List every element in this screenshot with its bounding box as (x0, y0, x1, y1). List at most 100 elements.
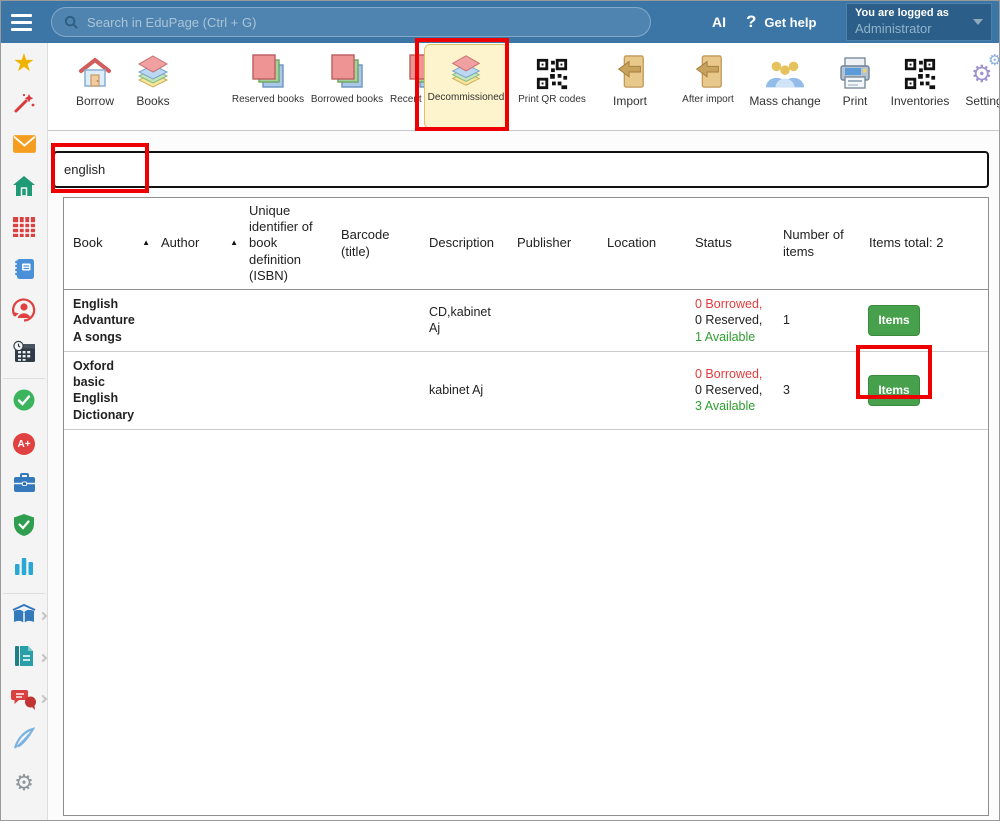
sidebar-item-creative[interactable] (1, 721, 47, 763)
question-mark-icon: ? (746, 12, 756, 32)
book-filter-input[interactable] (55, 153, 987, 186)
sidebar-item-timetable[interactable] (1, 209, 47, 251)
people-group-icon (764, 47, 806, 91)
toolbar-print[interactable]: Print (832, 47, 878, 127)
attendance-check-icon (12, 388, 36, 417)
books-table: Book▲ Author▲ Unique identifier of book … (63, 197, 989, 816)
ai-button[interactable]: AI (706, 1, 732, 43)
mail-icon (12, 134, 37, 159)
qr-code-icon (903, 47, 937, 91)
number-of-items-cell: 3 (774, 376, 860, 404)
sidebar-item-results[interactable] (1, 548, 47, 590)
isbn-cell (240, 314, 332, 326)
location-cell (598, 384, 686, 396)
grades-glyph: A+ (17, 439, 30, 450)
get-help-button[interactable]: ? Get help (746, 1, 816, 43)
logged-in-user-dropdown[interactable]: You are logged as Administrator (846, 3, 992, 41)
top-bar: AI ? Get help You are logged as Administ… (1, 1, 999, 43)
global-search-input[interactable] (87, 15, 638, 30)
sidebar-item-grades[interactable]: A+ (1, 424, 47, 466)
toolbar-label: Decommissioned (428, 92, 505, 103)
sort-asc-icon[interactable]: ▲ (230, 238, 238, 248)
status-cell: 0 Borrowed, 0 Reserved, 3 Available (686, 360, 774, 421)
timetable-icon (12, 216, 36, 243)
column-header-publisher[interactable]: Publisher (508, 235, 598, 251)
chevron-down-icon (973, 19, 983, 25)
toolbar-mass-change[interactable]: Mass change (746, 47, 824, 127)
sidebar-item-substitution[interactable] (1, 292, 47, 334)
column-header-description[interactable]: Description (420, 235, 508, 251)
sidebar-divider (3, 593, 45, 594)
documents-icon (13, 644, 35, 673)
isbn-cell (240, 384, 332, 396)
qr-code-icon (535, 47, 569, 91)
toolbar-borrow[interactable]: Borrow (67, 47, 123, 127)
toolbar-print-qr-codes[interactable]: Print QR codes (512, 47, 592, 127)
library-toolbar: Borrow Books Reserved books Borrowed boo… (48, 43, 1000, 131)
sidebar-item-communication[interactable] (1, 680, 47, 722)
home-icon (12, 174, 36, 203)
toolbar-books[interactable]: Books (125, 47, 181, 127)
sort-asc-icon[interactable]: ▲ (142, 238, 150, 248)
toolbar-reserved-books[interactable]: Reserved books (228, 47, 308, 127)
sidebar-item-calendar[interactable] (1, 334, 47, 376)
column-header-location[interactable]: Location (598, 235, 686, 251)
description-cell: kabinet Aj (420, 376, 508, 404)
toolbar-borrowed-books[interactable]: Borrowed books (306, 47, 388, 127)
toolbar-label: After import (682, 94, 734, 105)
publisher-cell (508, 384, 598, 396)
global-search[interactable] (51, 7, 651, 37)
items-button[interactable]: Items (868, 305, 920, 336)
toolbar-after-import[interactable]: After import (674, 47, 742, 127)
sidebar-item-wizard[interactable] (1, 85, 47, 127)
sidebar-item-settings[interactable]: ⚙ (1, 763, 47, 805)
column-header-barcode[interactable]: Barcode (title) (332, 227, 420, 260)
settings-gray-icon: ⚙ (14, 772, 34, 794)
toolbar-label: Mass change (749, 94, 820, 108)
items-button[interactable]: Items (868, 375, 920, 406)
pen-icon (11, 726, 37, 757)
get-help-label: Get help (764, 15, 816, 30)
chevron-right-icon (39, 695, 47, 703)
shield-check-icon (13, 513, 35, 542)
sidebar-item-admin[interactable] (1, 507, 47, 549)
substitution-icon (11, 297, 37, 328)
publisher-cell (508, 314, 598, 326)
author-cell (152, 314, 240, 326)
gears-icon: ⚙⚙ (969, 47, 1000, 91)
book-stack-icon (133, 47, 173, 91)
sidebar-item-agenda[interactable] (1, 465, 47, 507)
book-title: Oxford basic English Dictionary (64, 352, 152, 429)
book-stack-icon (447, 45, 485, 89)
location-cell (598, 314, 686, 326)
column-header-isbn[interactable]: Unique identifier of book definition (IS… (240, 203, 332, 284)
column-header-status[interactable]: Status (686, 235, 774, 251)
column-header-book[interactable]: Book▲ (64, 235, 152, 251)
book-title: English Advanture A songs (64, 290, 152, 351)
author-cell (152, 384, 240, 396)
toolbar-label: Inventories (891, 94, 950, 108)
sidebar-item-messages-mail[interactable] (1, 126, 47, 168)
hamburger-menu-button[interactable] (1, 1, 41, 43)
sidebar-item-attendance[interactable] (1, 382, 47, 424)
search-icon (64, 15, 79, 30)
toolbar-decommissioned[interactable]: Decommissioned (424, 44, 508, 129)
book-filter (53, 151, 989, 188)
house-icon (77, 47, 113, 91)
toolbar-label: Borrow (76, 94, 114, 108)
logged-role: Administrator (855, 21, 973, 37)
sidebar-item-library[interactable] (1, 597, 47, 639)
toolbar-inventories[interactable]: Inventories (886, 47, 954, 127)
sidebar-item-documents[interactable] (1, 638, 47, 680)
toolbar-label: Borrowed books (311, 94, 383, 105)
sidebar-item-school[interactable] (1, 168, 47, 210)
barcode-cell (332, 314, 420, 326)
toolbar-import[interactable]: Import (604, 47, 656, 127)
sidebar-item-classbook[interactable] (1, 251, 47, 293)
column-header-number-of-items[interactable]: Number of items (774, 227, 860, 260)
toolbar-settings[interactable]: ⚙⚙ Settings (960, 47, 1000, 127)
table-row: Oxford basic English Dictionary kabinet … (64, 352, 988, 430)
column-header-author[interactable]: Author▲ (152, 235, 240, 251)
status-available: 1 Available (695, 330, 755, 344)
sidebar-item-favorites[interactable]: ★ (1, 43, 47, 85)
